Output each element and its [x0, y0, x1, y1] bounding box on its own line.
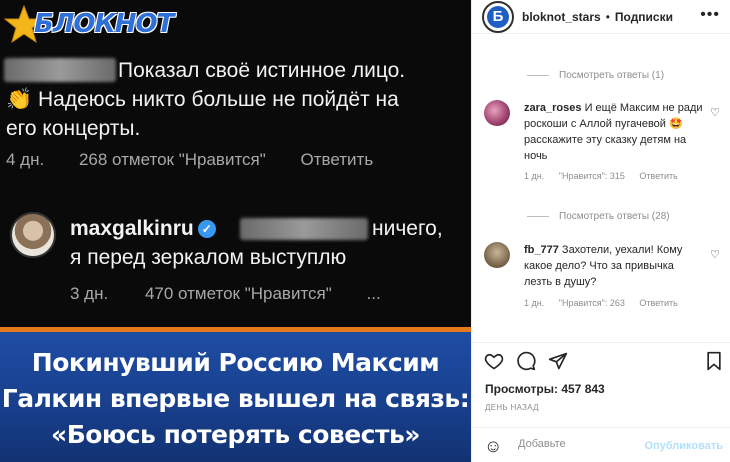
comment-fb777-reply[interactable]: Ответить [639, 298, 677, 308]
headline-line3: «Боюсь потерять совесть» [51, 420, 420, 449]
post-image[interactable]: БЛОКНОТ Показал своё истинное лицо. 👏 На… [0, 0, 471, 462]
post-side-panel: Б bloknot_stars • Подписки ••• Посмотрет… [471, 0, 730, 462]
avatar[interactable] [484, 100, 510, 126]
comment1-reply: Ответить [300, 150, 374, 169]
view-replies-1-label: Посмотреть ответы (1) [559, 70, 665, 81]
comment2-text-end: ничего, [372, 217, 443, 240]
divider-line [527, 75, 549, 76]
comment-fb777-footer: 1 дн. "Нравится": 263 Ответить [524, 298, 690, 308]
post-header: Б bloknot_stars • Подписки ••• [472, 0, 730, 34]
comment-fb777-likes[interactable]: "Нравится": 263 [559, 298, 625, 308]
publish-button[interactable]: Опубликовать [644, 440, 723, 452]
avatar[interactable] [484, 242, 510, 268]
view-replies-1[interactable]: Посмотреть ответы (1) [527, 70, 664, 81]
comment-zara-likes[interactable]: "Нравится": 315 [559, 171, 625, 181]
comment-input[interactable] [518, 438, 638, 450]
action-bar [472, 342, 730, 376]
blurred-username [4, 58, 116, 82]
view-replies-2-label: Посмотреть ответы (28) [559, 211, 670, 222]
like-comment-heart-icon[interactable]: ♡ [710, 248, 720, 261]
comment2-username: maxgalkinru [70, 217, 194, 240]
bloknot-logo: БЛОКНОТ [4, 2, 174, 46]
avatar-letter: Б [487, 5, 509, 28]
emoji-icon[interactable]: ☺ [484, 436, 502, 457]
like-comment-heart-icon[interactable]: ♡ [710, 106, 720, 119]
comment1-time: 4 дн. [6, 150, 45, 169]
comment-zara-footer: 1 дн. "Нравится": 315 Ответить [524, 171, 690, 181]
bookmark-icon[interactable] [705, 351, 723, 371]
comment2-more: ... [366, 284, 381, 303]
post-date: ДЕНЬ НАЗАД [485, 403, 539, 412]
headline: Покинувший Россию Максим Галкин впервые … [0, 345, 471, 453]
heart-icon[interactable] [484, 351, 504, 371]
headline-line2: Галкин впервые вышел на связь: [1, 384, 470, 413]
divider-line [527, 216, 549, 217]
comment-fb777-body: fb_777 Захотели, уехали! Кому какое дело… [524, 242, 704, 290]
comment-zara-username[interactable]: zara_roses [524, 102, 582, 114]
blurred-mention [240, 218, 368, 240]
comment-zara-reply[interactable]: Ответить [639, 171, 677, 181]
following-button[interactable]: Подписки [615, 10, 673, 24]
comment2-likes: 470 отметок "Нравится" [144, 284, 332, 303]
comment1-line1: Показал своё истинное лицо. [118, 59, 406, 82]
verified-badge-icon: ✓ [197, 220, 216, 238]
comment1-likes: 268 отметок "Нравится" [78, 150, 266, 169]
share-icon[interactable] [548, 351, 568, 371]
comment2-time: 3 дн. [70, 284, 109, 303]
comment-zara-time: 1 дн. [524, 171, 545, 181]
comment1-line2: Надеюсь никто больше не пойдёт на [38, 88, 399, 111]
profile-avatar[interactable]: Б [482, 0, 514, 33]
header-dot: • [605, 9, 610, 24]
comment-fb777-time: 1 дн. [524, 298, 545, 308]
comment-fb777: fb_777 Захотели, уехали! Кому какое дело… [484, 242, 724, 312]
comment1-meta: 4 дн. 268 отметок "Нравится" Ответить [6, 150, 395, 170]
comment-zara-body: zara_roses И ещё Максим не ради роскоши … [524, 100, 704, 164]
comment-icon[interactable] [516, 351, 536, 371]
header-username[interactable]: bloknot_stars [522, 10, 601, 24]
comment-zara: zara_roses И ещё Максим не ради роскоши … [484, 100, 724, 190]
comment-fb777-username[interactable]: fb_777 [524, 244, 559, 256]
logo-text: БЛОКНОТ [34, 9, 174, 39]
view-count[interactable]: Просмотры: 457 843 [485, 382, 605, 396]
comment2-meta: 3 дн. 470 отметок "Нравится" ... [70, 284, 403, 304]
avatar [10, 212, 56, 258]
more-options-icon[interactable]: ••• [700, 6, 720, 24]
clap-emoji-icon: 👏 [6, 88, 33, 111]
comment1-line2-wrap: 👏 Надеюсь никто больше не пойдёт на [6, 85, 399, 114]
comment2-line1: maxgalkinru ✓ [70, 214, 220, 243]
add-comment-bar: ☺ Опубликовать [472, 427, 730, 462]
comment1-line3: его концерты. [6, 117, 141, 140]
headline-line1: Покинувший Россию Максим [31, 348, 440, 377]
comment2-line2: я перед зеркалом выступлю [70, 246, 347, 269]
view-replies-2[interactable]: Посмотреть ответы (28) [527, 211, 670, 222]
